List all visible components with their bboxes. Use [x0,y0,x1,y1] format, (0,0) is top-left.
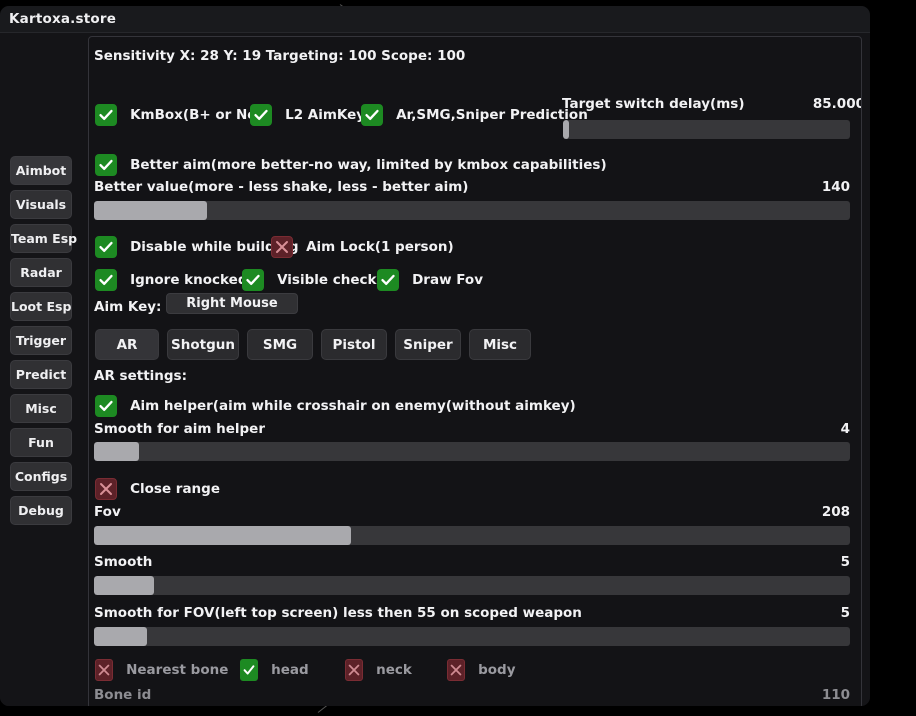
toggle-draw-fov[interactable]: Draw Fov [377,269,483,291]
toggle-visible-check[interactable]: Visible check [242,269,377,291]
toggle-neck-label: neck [376,662,412,678]
sidebar: Aimbot Visuals Team Esp Radar Loot Esp T… [0,33,84,706]
sidebar-item-debug[interactable]: Debug [10,496,72,525]
toggle-visible-check-label: Visible check [277,272,377,288]
target-switch-delay-slider[interactable] [563,120,850,139]
better-value-slider[interactable] [94,201,850,220]
sidebar-list: Aimbot Visuals Team Esp Radar Loot Esp T… [10,156,77,530]
better-value-label: Better value(more - less shake, less - b… [94,179,469,195]
toggle-ar-smg-sniper-prediction[interactable]: Ar,SMG,Sniper Prediction [361,104,588,126]
sidebar-item-team-esp[interactable]: Team Esp [10,224,77,253]
smooth-slider[interactable] [94,576,850,595]
toggle-nearest-bone-label: Nearest bone [126,662,229,678]
toggle-ignore-knocked-label: Ignore knocked [130,272,248,288]
smooth-label: Smooth [94,554,153,570]
target-switch-delay-label: Target switch delay(ms) [562,96,745,112]
bone-id-label: Bone id [94,687,152,703]
bone-id-value: 110 [821,687,850,703]
aim-key-label: Aim Key: [94,299,162,315]
toggle-ar-smg-sniper-prediction-label: Ar,SMG,Sniper Prediction [396,107,588,123]
checkbox-checked-icon[interactable] [95,395,117,417]
checkbox-unchecked-icon[interactable] [447,659,465,681]
toggle-neck[interactable]: neck [345,659,412,681]
toggle-l2-aimkey[interactable]: L2 AimKey [250,104,365,126]
smooth-aim-helper-value: 4 [840,421,850,437]
toggle-close-range[interactable]: Close range [95,478,220,500]
tab-sniper[interactable]: Sniper [395,329,461,360]
cheat-menu-window: Kartoxa.store Aimbot Visuals Team Esp Ra… [0,6,870,706]
tab-smg[interactable]: SMG [247,329,313,360]
toggle-better-aim-label: Better aim(more better-no way, limited b… [130,157,607,173]
target-switch-delay-value: 85.000 [812,96,862,112]
toggle-kmbox-label: KmBox(B+ or Net) [130,107,270,123]
smooth-fov-slider[interactable] [94,627,850,646]
toggle-head[interactable]: head [240,659,309,681]
sidebar-item-radar[interactable]: Radar [10,258,72,287]
toggle-body[interactable]: body [447,659,516,681]
sidebar-item-loot-esp[interactable]: Loot Esp [10,292,72,321]
screen-root: Kartoxa.store Aimbot Visuals Team Esp Ra… [0,0,916,716]
smooth-aim-helper-slider[interactable] [94,442,850,461]
toggle-ignore-knocked[interactable]: Ignore knocked [95,269,247,291]
fov-value: 208 [821,504,850,520]
checkbox-checked-icon[interactable] [361,104,383,126]
toggle-close-range-label: Close range [130,481,220,497]
toggle-better-aim[interactable]: Better aim(more better-no way, limited b… [95,154,607,176]
better-value-value: 140 [821,179,850,195]
sidebar-item-trigger[interactable]: Trigger [10,326,72,355]
checkbox-checked-icon[interactable] [240,659,258,681]
slider-fill [563,120,569,139]
sensitivity-header: Sensitivity X: 28 Y: 19 Targeting: 100 S… [94,48,466,64]
toggle-head-label: head [271,662,309,678]
toggle-aim-lock[interactable]: Aim Lock(1 person) [271,236,454,258]
fov-slider[interactable] [94,526,850,545]
sidebar-item-misc[interactable]: Misc [10,394,72,423]
checkbox-checked-icon[interactable] [95,269,117,291]
checkbox-checked-icon[interactable] [250,104,272,126]
slider-fill [94,201,208,220]
sidebar-item-configs[interactable]: Configs [10,462,72,491]
toggle-aim-helper-label: Aim helper(aim while crosshair on enemy(… [130,398,576,414]
smooth-fov-label: Smooth for FOV(left top screen) less the… [94,605,582,621]
aim-key-button[interactable]: Right Mouse [166,293,298,314]
checkbox-checked-icon[interactable] [95,154,117,176]
sidebar-item-aimbot[interactable]: Aimbot [10,156,72,185]
fov-label: Fov [94,504,121,520]
smooth-aim-helper-label: Smooth for aim helper [94,421,265,437]
checkbox-checked-icon[interactable] [95,236,117,258]
slider-fill [94,442,140,461]
toggle-kmbox[interactable]: KmBox(B+ or Net) [95,104,269,126]
tab-misc[interactable]: Misc [469,329,531,360]
tab-ar[interactable]: AR [95,329,159,360]
slider-fill [94,627,147,646]
smooth-value: 5 [840,554,850,570]
toggle-aim-lock-label: Aim Lock(1 person) [306,239,454,255]
slider-fill [94,526,352,545]
toggle-nearest-bone[interactable]: Nearest bone [95,659,228,681]
toggle-l2-aimkey-label: L2 AimKey [285,107,366,123]
weapon-settings-header: AR settings: [94,368,187,384]
toggle-disable-while-building[interactable]: Disable while building [95,236,299,258]
checkbox-checked-icon[interactable] [95,104,117,126]
tab-shotgun[interactable]: Shotgun [167,329,239,360]
checkbox-checked-icon[interactable] [377,269,399,291]
toggle-aim-helper[interactable]: Aim helper(aim while crosshair on enemy(… [95,395,576,417]
checkbox-unchecked-icon[interactable] [95,478,117,500]
aimbot-panel: Sensitivity X: 28 Y: 19 Targeting: 100 S… [88,36,862,706]
window-titlebar: Kartoxa.store [0,6,870,33]
sidebar-item-predict[interactable]: Predict [10,360,72,389]
smooth-fov-value: 5 [840,605,850,621]
window-body: Aimbot Visuals Team Esp Radar Loot Esp T… [0,33,870,706]
sidebar-item-fun[interactable]: Fun [10,428,72,457]
toggle-draw-fov-label: Draw Fov [412,272,483,288]
checkbox-checked-icon[interactable] [242,269,264,291]
tab-pistol[interactable]: Pistol [321,329,387,360]
sidebar-item-visuals[interactable]: Visuals [10,190,72,219]
toggle-body-label: body [478,662,516,678]
slider-fill [94,576,155,595]
window-title: Kartoxa.store [9,11,117,27]
checkbox-unchecked-icon[interactable] [271,236,293,258]
checkbox-unchecked-icon[interactable] [345,659,363,681]
checkbox-unchecked-icon[interactable] [95,659,113,681]
